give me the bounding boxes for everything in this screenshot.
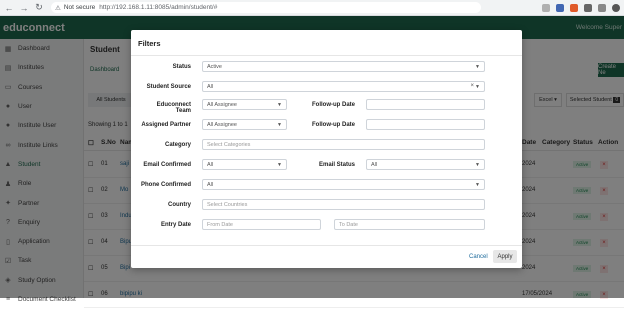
to-date-placeholder: To Date <box>339 221 358 228</box>
educonnect-team-select[interactable]: All Assignee ▼ <box>202 99 287 110</box>
educonnect-team-label: Educonnect Team <box>156 102 191 114</box>
educonnect-team-value: All Assignee <box>207 101 237 108</box>
phone-confirmed-value: All <box>207 181 214 188</box>
status-label: Status <box>172 64 191 70</box>
country-label: Country <box>168 202 191 208</box>
clear-icon[interactable]: × <box>470 83 474 89</box>
student-source-select[interactable]: All × ▼ <box>202 81 485 92</box>
divider <box>131 245 522 246</box>
extensions <box>542 3 620 12</box>
email-confirmed-value: All <box>207 161 214 168</box>
chevron-down-icon: ▼ <box>277 162 282 168</box>
category-select[interactable]: Select Categories <box>202 139 485 150</box>
cancel-button[interactable]: Cancel <box>469 254 488 260</box>
email-status-value: All <box>371 161 378 168</box>
country-placeholder: Select Countries <box>207 201 248 208</box>
followup-date-input[interactable] <box>366 119 485 130</box>
status-select[interactable]: Active ▼ <box>202 61 485 72</box>
browser-toolbar: ← → ↻ ⚠ Not secure http://192.168.1.11:8… <box>0 0 624 16</box>
address-bar[interactable]: ⚠ Not secure http://192.168.1.11:8085/ad… <box>51 2 481 13</box>
followup-date-label: Follow-up Date <box>312 102 355 108</box>
star-icon[interactable] <box>542 3 550 12</box>
back-icon[interactable]: ← <box>3 2 15 14</box>
url-text: http://192.168.1.11:8085/admin/student/# <box>99 4 218 11</box>
country-select[interactable]: Select Countries <box>202 199 485 210</box>
profile-icon[interactable] <box>612 3 620 12</box>
chevron-down-icon: ▼ <box>277 122 282 128</box>
email-status-label: Email Status <box>318 162 355 168</box>
entry-date-label: Entry Date <box>160 222 191 228</box>
chevron-down-icon: ▼ <box>475 84 480 90</box>
filters-modal: Filters Status Active ▼ Student Source A… <box>131 30 522 268</box>
followup-date-input[interactable] <box>366 99 485 110</box>
email-confirmed-select[interactable]: All ▼ <box>202 159 287 170</box>
chevron-down-icon: ▼ <box>475 182 480 188</box>
phone-confirmed-select[interactable]: All ▼ <box>202 179 485 190</box>
entry-date-to-input[interactable]: To Date <box>334 219 485 230</box>
assigned-partner-label: Assigned Partner <box>141 122 191 128</box>
chevron-down-icon: ▼ <box>475 64 480 70</box>
student-source-label: Student Source <box>146 84 191 90</box>
from-date-placeholder: From Date <box>207 221 233 228</box>
student-source-value: All <box>207 83 214 90</box>
status-value: Active <box>207 63 222 70</box>
chevron-down-icon: ▼ <box>277 102 282 108</box>
extension-icon[interactable] <box>570 3 578 12</box>
apply-button[interactable]: Apply <box>493 250 517 263</box>
forward-icon[interactable]: → <box>18 2 30 14</box>
puzzle-icon[interactable] <box>584 3 592 12</box>
assigned-partner-value: All Assignee <box>207 121 237 128</box>
warning-icon: ⚠ <box>55 4 61 12</box>
category-label: Category <box>164 142 191 148</box>
chevron-down-icon: ▼ <box>475 162 480 168</box>
modal-title: Filters <box>138 39 161 48</box>
followup-date-label: Follow-up Date <box>312 122 355 128</box>
divider <box>131 55 522 56</box>
assigned-partner-select[interactable]: All Assignee ▼ <box>202 119 287 130</box>
phone-confirmed-label: Phone Confirmed <box>141 182 192 188</box>
extension-icon[interactable] <box>556 3 564 12</box>
download-icon[interactable] <box>598 3 606 12</box>
email-confirmed-label: Email Confirmed <box>143 162 191 168</box>
email-status-select[interactable]: All ▼ <box>366 159 485 170</box>
category-placeholder: Select Categories <box>207 141 251 148</box>
security-label: Not secure <box>63 4 96 11</box>
entry-date-from-input[interactable]: From Date <box>202 219 321 230</box>
reload-icon[interactable]: ↻ <box>33 2 45 14</box>
